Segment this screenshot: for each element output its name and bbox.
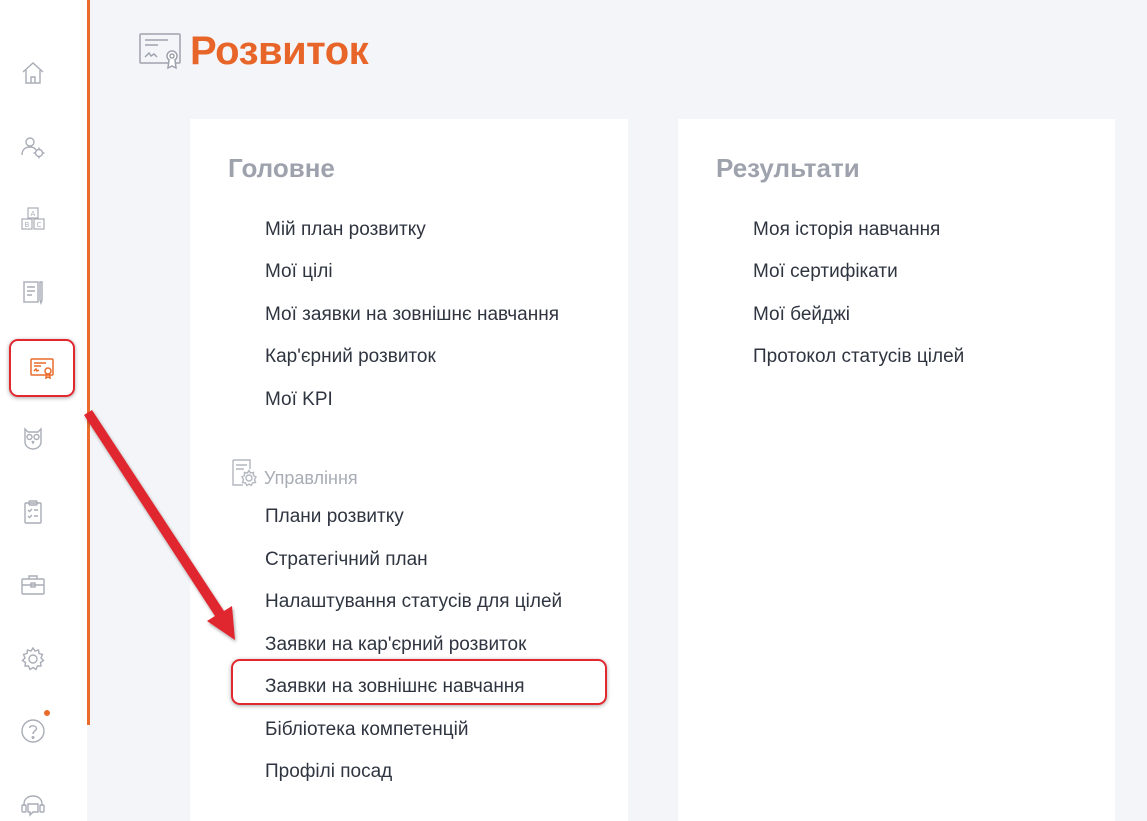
link-career-development-requests[interactable]: Заявки на кар'єрний розвиток [265, 634, 526, 656]
notebook-pen-icon[interactable] [18, 277, 48, 307]
results-card: Результати Моя історія навчання Мої серт… [678, 119, 1115, 821]
notification-dot [43, 709, 51, 717]
clipboard-icon[interactable] [18, 497, 48, 527]
owl-icon[interactable] [18, 423, 48, 453]
link-goal-status-log[interactable]: Протокол статусів цілей [753, 346, 964, 368]
page-header: Розвиток [138, 26, 369, 76]
link-goal-status-settings[interactable]: Налаштування статусів для цілей [265, 591, 562, 613]
main-heading: Головне [228, 153, 335, 183]
management-section-header: Управління [230, 457, 358, 489]
help-icon[interactable] [18, 716, 48, 746]
link-career-development[interactable]: Кар'єрний розвиток [265, 346, 436, 368]
link-my-goals[interactable]: Мої цілі [265, 261, 333, 283]
svg-text:B: B [25, 221, 30, 229]
svg-text:C: C [37, 221, 42, 229]
page-title: Розвиток [190, 28, 369, 73]
development-nav-item[interactable] [9, 339, 75, 397]
link-my-external-training-requests[interactable]: Мої заявки на зовнішнє навчання [265, 304, 559, 326]
link-external-training-requests[interactable]: Заявки на зовнішнє навчання [265, 676, 525, 698]
link-my-kpi[interactable]: Мої KPI [265, 389, 333, 411]
document-gear-icon [232, 459, 257, 487]
link-competency-library[interactable]: Бібліотека компетенцій [265, 719, 468, 741]
results-heading: Результати [716, 153, 860, 183]
sidebar: ABC [0, 0, 87, 821]
home-icon[interactable] [18, 58, 48, 88]
link-my-badges[interactable]: Мої бейджі [753, 304, 850, 326]
link-my-learning-history[interactable]: Моя історія навчання [753, 219, 940, 241]
certificate-icon [139, 33, 181, 70]
link-my-development-plan[interactable]: Мій план розвитку [265, 219, 426, 241]
people-settings-icon[interactable] [18, 132, 48, 162]
abc-blocks-icon[interactable]: ABC [18, 204, 48, 234]
link-development-plans[interactable]: Плани розвитку [265, 506, 404, 528]
link-job-profiles[interactable]: Профілі посад [265, 761, 392, 783]
gear-icon[interactable] [18, 644, 48, 674]
link-my-certificates[interactable]: Мої сертифікати [753, 261, 898, 283]
link-strategic-plan[interactable]: Стратегічний план [265, 549, 428, 571]
main-card: Головне Мій план розвитку Мої цілі Мої з… [190, 119, 628, 821]
support-chat-icon[interactable] [18, 790, 48, 820]
svg-text:A: A [31, 210, 36, 218]
sidebar-accent-bar [87, 0, 90, 725]
briefcase-icon[interactable] [18, 570, 48, 600]
management-heading: Управління [264, 467, 358, 488]
